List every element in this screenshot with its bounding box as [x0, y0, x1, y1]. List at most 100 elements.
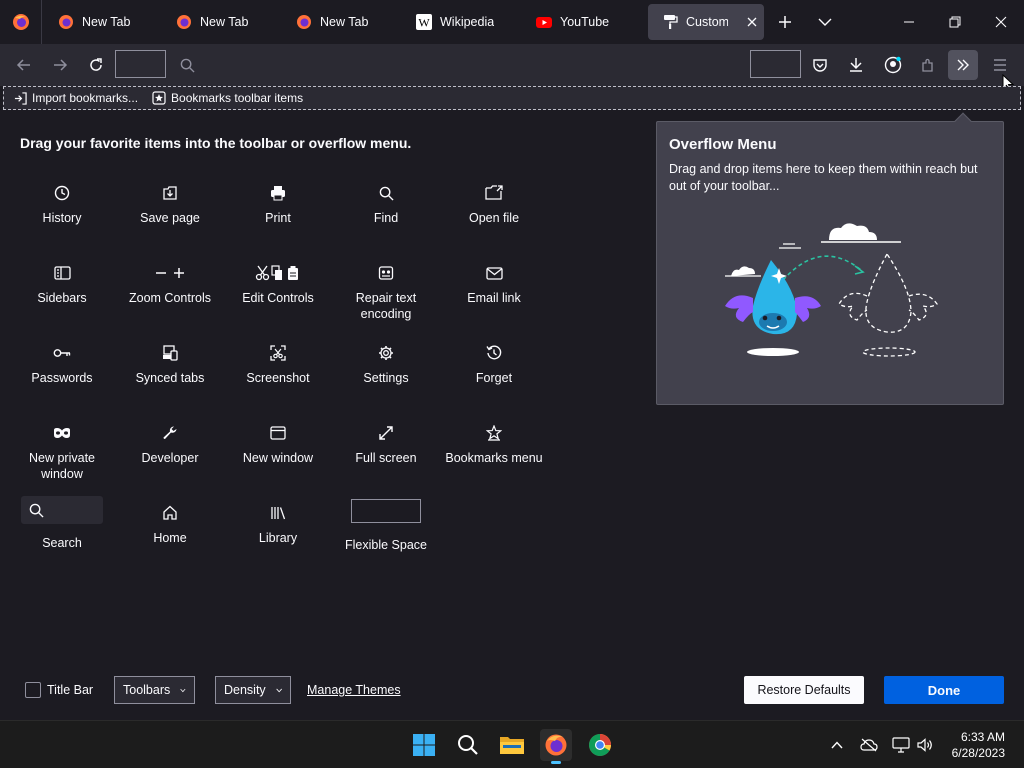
taskbar-search-button[interactable]	[452, 729, 484, 761]
density-dropdown[interactable]: Density	[215, 676, 291, 704]
youtube-icon	[536, 17, 552, 28]
minimize-button[interactable]	[886, 0, 932, 44]
tab-youtube[interactable]: YouTube	[522, 4, 638, 40]
tab-customize[interactable]: Customize |	[648, 4, 764, 40]
overflow-menu-panel[interactable]: Overflow Menu Drag and drop items here t…	[656, 112, 1004, 405]
palette-item-open-file[interactable]: Open file	[444, 182, 544, 226]
forward-button[interactable]	[45, 50, 75, 80]
palette-item-flexible-space[interactable]: Flexible Space	[336, 495, 436, 553]
extensions-button[interactable]	[913, 50, 943, 80]
palette-item-new-private-window[interactable]: New private window	[12, 422, 112, 482]
save-to-pocket-button[interactable]	[805, 50, 835, 80]
palette-item-home[interactable]: Home	[120, 502, 220, 546]
search-icon	[458, 735, 478, 755]
palette-item-synced-tabs[interactable]: Synced tabs	[120, 342, 220, 386]
palette-item-label: Home	[153, 531, 187, 545]
manage-themes-link[interactable]: Manage Themes	[307, 683, 401, 697]
close-icon	[747, 17, 757, 27]
tab-new-tab-1[interactable]: New Tab	[44, 4, 160, 40]
palette-item-forget[interactable]: Forget	[444, 342, 544, 386]
chevron-down-icon	[276, 688, 282, 692]
account-icon	[884, 56, 902, 74]
overflow-menu-button[interactable]	[948, 50, 978, 80]
bookmarks-toolbar-items[interactable]: Bookmarks toolbar items	[152, 91, 303, 105]
restore-icon	[949, 16, 961, 28]
bookmark-star-icon	[486, 425, 502, 441]
close-tab-button[interactable]	[746, 13, 758, 31]
toolbars-dropdown[interactable]: Toolbars	[114, 676, 195, 704]
reload-button[interactable]	[81, 50, 111, 80]
onedrive-button[interactable]	[854, 729, 884, 761]
palette-item-bookmarks-menu[interactable]: Bookmarks menu	[444, 422, 544, 466]
flexible-space[interactable]	[115, 50, 166, 78]
arrow-left-icon	[16, 59, 30, 71]
account-button[interactable]	[878, 50, 908, 80]
network-icon	[892, 737, 910, 753]
downloads-button[interactable]	[841, 50, 871, 80]
overflow-menu-description: Drag and drop items here to keep them wi…	[669, 162, 978, 193]
palette-item-new-window[interactable]: New window	[228, 422, 328, 466]
taskbar-firefox-button[interactable]	[540, 729, 572, 764]
import-bookmarks-button[interactable]: Import bookmarks...	[14, 91, 138, 105]
close-window-button[interactable]	[978, 0, 1024, 44]
palette-item-sidebars[interactable]: Sidebars	[12, 262, 112, 306]
synced-tabs-icon	[163, 345, 178, 361]
palette-item-label: Search	[42, 536, 82, 550]
key-icon	[53, 349, 71, 357]
mask-icon	[54, 428, 70, 438]
firefox-view-button[interactable]	[0, 0, 42, 44]
open-folder-icon	[485, 185, 503, 200]
clock-time: 6:33 AM	[960, 730, 1005, 744]
palette-item-label: Save page	[140, 211, 200, 225]
palette-item-library[interactable]: Library	[228, 502, 328, 546]
palette-item-find[interactable]: Find	[336, 182, 436, 226]
palette-item-label: Flexible Space	[345, 538, 427, 552]
import-icon	[14, 91, 27, 105]
palette-item-label: Settings	[363, 371, 409, 385]
palette-item-label: Library	[258, 531, 298, 545]
palette-item-edit-controls[interactable]: Edit Controls	[228, 262, 328, 306]
urlbar-search-button[interactable]	[172, 50, 202, 80]
palette-item-developer[interactable]: Developer	[120, 422, 220, 466]
palette-item-history[interactable]: History	[12, 182, 112, 226]
tab-new-tab-3[interactable]: New Tab	[282, 4, 398, 40]
restore-button[interactable]	[932, 0, 978, 44]
palette-item-passwords[interactable]: Passwords	[12, 342, 112, 386]
library-icon	[271, 507, 286, 520]
pocket-icon	[813, 59, 827, 72]
palette-item-label: Forget	[475, 371, 513, 385]
tab-new-tab-2[interactable]: New Tab	[162, 4, 278, 40]
palette-item-label: Passwords	[31, 371, 93, 385]
start-button[interactable]	[408, 729, 440, 761]
palette-item-search[interactable]: Search	[12, 495, 112, 551]
palette-item-email-link[interactable]: Email link	[444, 262, 544, 306]
title-bar-checkbox[interactable]	[25, 682, 41, 698]
palette-item-settings[interactable]: Settings	[336, 342, 436, 386]
back-button[interactable]	[9, 50, 39, 80]
tab-label: New Tab	[82, 15, 131, 29]
palette-item-repair-text-encoding[interactable]: Repair text encoding	[336, 262, 436, 322]
done-button[interactable]: Done	[884, 676, 1004, 704]
palette-item-print[interactable]: Print	[228, 182, 328, 226]
palette-item-zoom-controls[interactable]: Zoom Controls	[120, 262, 220, 306]
palette-item-full-screen[interactable]: Full screen	[336, 422, 436, 466]
file-explorer-button[interactable]	[496, 729, 528, 761]
wikipedia-icon: W	[416, 14, 432, 30]
palette-item-label: Bookmarks menu	[445, 451, 543, 465]
customize-footer: Title Bar Toolbars Density Manage Themes…	[0, 674, 1024, 720]
taskbar-chrome-button[interactable]	[584, 729, 616, 761]
tab-label: Customize |	[686, 15, 728, 29]
palette-item-screenshot[interactable]: Screenshot	[228, 342, 328, 386]
show-hidden-icons-button[interactable]	[822, 729, 852, 761]
bookmark-star-icon	[152, 91, 166, 105]
flexible-space[interactable]	[750, 50, 801, 78]
volume-button[interactable]	[910, 729, 940, 761]
restore-defaults-button[interactable]: Restore Defaults	[744, 676, 864, 704]
tab-wikipedia[interactable]: W Wikipedia	[402, 4, 518, 40]
palette-item-label: Repair text encoding	[355, 291, 417, 321]
overflow-illustration	[725, 223, 938, 357]
palette-item-save-page[interactable]: Save page	[120, 182, 220, 226]
plus-icon	[779, 16, 791, 28]
taskbar-clock[interactable]: 6:33 AM 6/28/2023	[952, 729, 1005, 761]
list-all-tabs-button[interactable]	[802, 0, 848, 44]
